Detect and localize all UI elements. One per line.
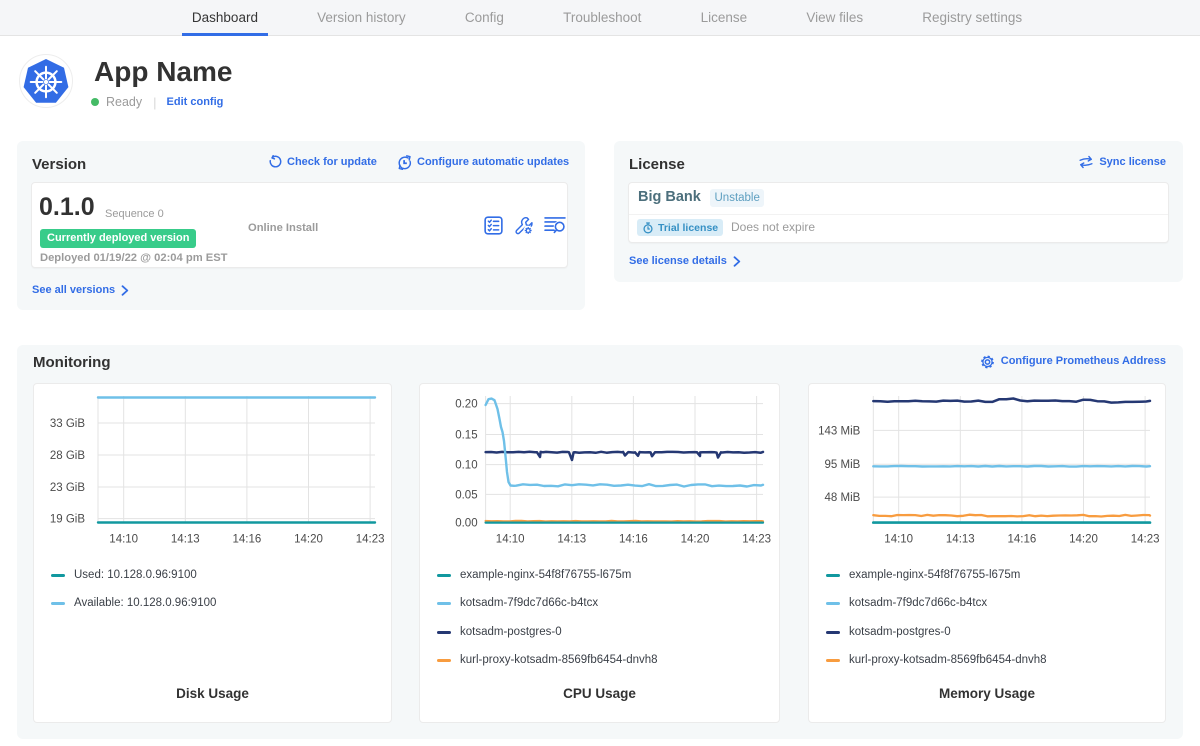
- svg-text:14:23: 14:23: [742, 534, 771, 546]
- svg-text:23 GiB: 23 GiB: [50, 482, 85, 494]
- svg-text:0.15: 0.15: [455, 430, 477, 442]
- svg-text:14:13: 14:13: [946, 534, 975, 546]
- svg-text:14:20: 14:20: [681, 534, 710, 546]
- svg-text:19 GiB: 19 GiB: [50, 514, 85, 526]
- svg-text:14:10: 14:10: [884, 534, 913, 546]
- svg-text:0.00: 0.00: [455, 517, 477, 529]
- svg-text:14:13: 14:13: [557, 534, 586, 546]
- svg-text:48 MiB: 48 MiB: [825, 492, 861, 504]
- svg-text:28 GiB: 28 GiB: [50, 450, 85, 462]
- svg-text:14:13: 14:13: [171, 534, 200, 546]
- svg-text:14:16: 14:16: [1008, 534, 1037, 546]
- svg-text:33 GiB: 33 GiB: [50, 418, 85, 430]
- svg-text:143 MiB: 143 MiB: [818, 425, 861, 437]
- svg-text:0.05: 0.05: [455, 489, 477, 501]
- svg-text:14:16: 14:16: [233, 534, 262, 546]
- svg-text:14:23: 14:23: [356, 534, 385, 546]
- svg-text:95 MiB: 95 MiB: [825, 459, 861, 471]
- svg-text:0.20: 0.20: [455, 399, 477, 411]
- svg-text:14:16: 14:16: [619, 534, 648, 546]
- svg-text:14:20: 14:20: [294, 534, 323, 546]
- svg-text:14:23: 14:23: [1131, 534, 1160, 546]
- svg-text:14:20: 14:20: [1069, 534, 1098, 546]
- svg-text:14:10: 14:10: [109, 534, 138, 546]
- svg-text:0.10: 0.10: [455, 460, 477, 472]
- svg-text:14:10: 14:10: [496, 534, 525, 546]
